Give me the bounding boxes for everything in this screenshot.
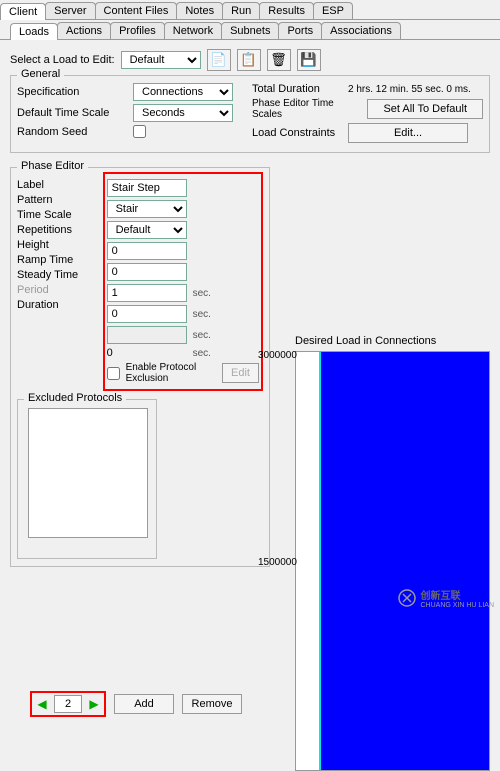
pe-repetitions-label: Repetitions [17, 224, 72, 236]
specification-select[interactable]: Connections [133, 83, 233, 101]
excluded-protocols-fieldset: Excluded Protocols [17, 399, 157, 559]
delete-load-icon[interactable]: 🗑 [267, 49, 291, 71]
tab-client[interactable]: Client [0, 3, 46, 20]
subtab-ports[interactable]: Ports [278, 22, 322, 39]
enable-protocol-exclusion-checkbox[interactable] [107, 367, 120, 380]
main-tabs: Client Server Content Files Notes Run Re… [0, 0, 500, 20]
pe-duration-value: 0 [107, 347, 187, 359]
pe-steady-label: Steady Time [17, 269, 78, 281]
general-title: General [17, 68, 64, 80]
load-constraints-edit-button[interactable]: Edit... [348, 123, 468, 143]
pe-timescale-select[interactable]: Default [107, 221, 187, 239]
y-tick-1500000: 1500000 [258, 557, 297, 568]
default-timescale-select[interactable]: Seconds [133, 104, 233, 122]
specification-label: Specification [17, 86, 127, 98]
pager-highlight: ◀ ▶ [30, 691, 106, 717]
random-seed-label: Random Seed [17, 126, 127, 138]
pe-period-input [107, 326, 187, 344]
protocol-exclusion-edit-button: Edit [222, 363, 259, 383]
tab-run[interactable]: Run [222, 2, 260, 19]
pe-label-label: Label [17, 179, 44, 191]
unit-sec: sec. [193, 309, 211, 320]
y-tick-3000000: 3000000 [258, 350, 297, 361]
pe-period-label: Period [17, 284, 49, 296]
subtab-loads[interactable]: Loads [10, 23, 58, 40]
pe-ramp-input[interactable] [107, 284, 187, 302]
subtab-associations[interactable]: Associations [321, 22, 401, 39]
total-duration-value: 2 hrs. 12 min. 55 sec. 0 ms. [348, 84, 471, 95]
tab-content-files[interactable]: Content Files [95, 2, 178, 19]
general-fieldset: General Specification Connections Defaul… [10, 75, 490, 153]
enable-protocol-exclusion-label: Enable Protocol Exclusion [126, 362, 216, 384]
tab-esp[interactable]: ESP [313, 2, 353, 19]
pe-height-input[interactable] [107, 263, 187, 281]
sub-tabs: Loads Actions Profiles Network Subnets P… [0, 20, 500, 40]
pe-pattern-label: Pattern [17, 194, 52, 206]
phase-number-input[interactable] [54, 695, 82, 713]
phase-editor-timescales-label: Phase Editor Time Scales [252, 98, 361, 120]
watermark-logo-icon [398, 589, 416, 607]
tab-notes[interactable]: Notes [176, 2, 223, 19]
subtab-profiles[interactable]: Profiles [110, 22, 165, 39]
random-seed-checkbox[interactable] [133, 125, 146, 138]
excluded-protocols-title: Excluded Protocols [24, 392, 126, 404]
unit-sec: sec. [193, 288, 211, 299]
save-load-icon[interactable]: 💾 [297, 49, 321, 71]
excluded-protocols-list[interactable] [28, 408, 148, 538]
phase-editor-title: Phase Editor [17, 160, 88, 172]
pe-height-label: Height [17, 239, 49, 251]
subtab-actions[interactable]: Actions [57, 22, 111, 39]
pe-pattern-select[interactable]: Stair [107, 200, 187, 218]
next-phase-icon[interactable]: ▶ [86, 696, 102, 712]
phase-editor-fieldset: Phase Editor Label Pattern Time Scale Re… [10, 167, 270, 567]
chart-canvas: 3000000 1500000 [295, 351, 490, 771]
pe-repetitions-input[interactable] [107, 242, 187, 260]
chart-title: Desired Load in Connections [295, 335, 495, 347]
tab-results[interactable]: Results [259, 2, 314, 19]
add-phase-button[interactable]: Add [114, 694, 174, 714]
select-load-label: Select a Load to Edit: [10, 54, 115, 66]
load-select[interactable]: Default [121, 51, 201, 69]
pe-steady-input[interactable] [107, 305, 187, 323]
remove-phase-button[interactable]: Remove [182, 694, 242, 714]
subtab-subnets[interactable]: Subnets [221, 22, 279, 39]
tab-server[interactable]: Server [45, 2, 95, 19]
load-constraints-label: Load Constraints [252, 127, 342, 139]
copy-load-icon[interactable]: 📋 [237, 49, 261, 71]
unit-sec: sec. [193, 330, 211, 341]
pe-timescale-label: Time Scale [17, 209, 72, 221]
unit-sec: sec. [193, 348, 211, 359]
default-timescale-label: Default Time Scale [17, 107, 127, 119]
total-duration-label: Total Duration [252, 83, 342, 95]
pe-ramp-label: Ramp Time [17, 254, 73, 266]
watermark-brand: 创新互联 [420, 587, 494, 602]
subtab-network[interactable]: Network [164, 22, 222, 39]
prev-phase-icon[interactable]: ◀ [34, 696, 50, 712]
pe-duration-label: Duration [17, 299, 59, 311]
phase-fields-highlight: Stair Default sec. sec. sec. 0 sec. Enab… [103, 172, 263, 391]
watermark-sub: CHUANG XIN HU LIAN [420, 602, 494, 609]
pe-label-input[interactable] [107, 179, 187, 197]
new-load-icon[interactable]: 📄 [207, 49, 231, 71]
watermark: 创新互联 CHUANG XIN HU LIAN [398, 587, 494, 609]
set-all-default-button[interactable]: Set All To Default [367, 99, 483, 119]
